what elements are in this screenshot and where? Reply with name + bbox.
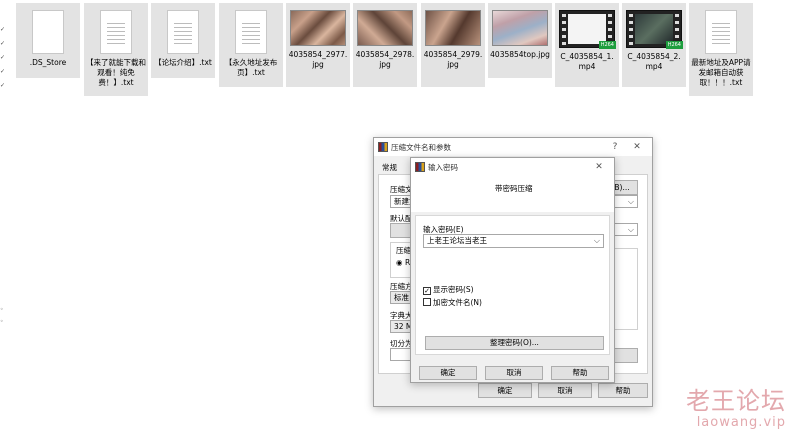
codec-badge: H264 xyxy=(665,41,683,49)
password-dialog-titlebar: 输入密码 ✕ xyxy=(411,158,614,176)
watermark: 老王论坛 laowang.vip xyxy=(686,387,786,431)
checkbox-checked-icon: ✓ xyxy=(423,287,431,295)
archive-help-button[interactable]: 帮助 xyxy=(598,383,648,398)
codec-badge: H264 xyxy=(598,41,616,49)
winrar-icon xyxy=(378,142,388,152)
file-item[interactable]: 【永久地址发布页】.txt xyxy=(219,3,283,87)
show-password-checkbox[interactable]: ✓ 显示密码(S) xyxy=(423,284,474,295)
file-item[interactable]: 4035854_2978.jpg xyxy=(353,3,417,87)
chevron-down-icon: ⌵ xyxy=(627,225,634,234)
file-item[interactable]: 【论坛介绍】.txt xyxy=(151,3,215,78)
file-name: 【论坛介绍】.txt xyxy=(154,58,212,67)
edge-mark: ✓ xyxy=(0,40,6,47)
edge-mark: ◦ xyxy=(0,318,4,325)
dialog-heading: 带密码压缩 xyxy=(495,184,533,193)
tab-general[interactable]: 常规 xyxy=(382,162,397,173)
file-name: C_4035854_1.mp4 xyxy=(560,52,614,71)
archive-ok-button[interactable]: 确定 xyxy=(478,383,532,398)
watermark-text: 老王论坛 xyxy=(686,387,786,415)
archive-dialog-title: 压缩文件名和参数 xyxy=(391,142,451,152)
file-name: 4035854top.jpg xyxy=(490,50,550,59)
file-item[interactable]: 4035854top.jpg xyxy=(488,3,552,78)
archive-dialog-titlebar: 压缩文件名和参数 ? ✕ xyxy=(374,138,652,156)
checkbox-unchecked-icon xyxy=(423,298,431,306)
password-cancel-button[interactable]: 取消 xyxy=(485,366,543,380)
close-icon[interactable]: ✕ xyxy=(588,162,610,172)
edge-mark: ✓ xyxy=(0,26,6,33)
file-item[interactable]: H264 C_4035854_2.mp4 xyxy=(622,3,686,87)
file-item[interactable]: 最新地址及APP请发邮箱自动获取！！！.txt xyxy=(689,3,753,96)
dialog-header xyxy=(411,176,614,212)
help-icon[interactable]: ? xyxy=(604,142,626,152)
file-name: 【来了就能下载和观看！纯免费！】.txt xyxy=(86,58,146,87)
password-value: 上老王论坛当老王 xyxy=(427,236,487,245)
edge-mark: ◦ xyxy=(0,306,4,313)
close-icon[interactable]: ✕ xyxy=(626,142,648,152)
edge-mark: ✓ xyxy=(0,82,6,89)
file-name: 4035854_2978.jpg xyxy=(355,50,415,69)
file-name: C_4035854_2.mp4 xyxy=(627,52,681,71)
file-item[interactable]: 4035854_2977.jpg xyxy=(286,3,350,87)
profile-select[interactable]: ⌵ xyxy=(612,223,638,236)
file-item[interactable]: H264 C_4035854_1.mp4 xyxy=(555,3,619,87)
image-thumbnail xyxy=(492,10,548,46)
text-file-icon xyxy=(705,10,737,54)
image-thumbnail xyxy=(357,10,413,46)
file-name: 4035854_2979.jpg xyxy=(423,50,483,69)
password-dialog: 输入密码 ✕ 带密码压缩 输入密码(E) 上老王论坛当老王 ⌵ ✓ 显示密码(S)… xyxy=(410,157,615,383)
update-mode-select[interactable]: ⌵ xyxy=(612,195,638,208)
archive-cancel-button[interactable]: 取消 xyxy=(538,383,592,398)
password-input[interactable]: 上老王论坛当老王 ⌵ xyxy=(423,234,604,248)
password-help-button[interactable]: 帮助 xyxy=(551,366,609,380)
show-password-label: 显示密码(S) xyxy=(433,285,474,294)
file-name: 【永久地址发布页】.txt xyxy=(224,58,278,77)
text-file-icon xyxy=(167,10,199,54)
image-thumbnail xyxy=(290,10,346,46)
file-item[interactable]: 4035854_2979.jpg xyxy=(421,3,485,87)
organize-passwords-button[interactable]: 整理密码(O)... xyxy=(425,336,604,350)
chevron-down-icon: ⌵ xyxy=(593,236,600,245)
set-password-button[interactable] xyxy=(612,348,638,363)
watermark-url: laowang.vip xyxy=(696,415,786,430)
file-item[interactable]: .DS_Store xyxy=(16,3,80,78)
file-icon xyxy=(32,10,64,54)
file-name: 最新地址及APP请发邮箱自动获取！！！.txt xyxy=(691,58,751,87)
video-thumbnail: H264 xyxy=(626,10,683,49)
image-thumbnail xyxy=(425,10,481,46)
options-group xyxy=(612,248,638,330)
text-file-icon xyxy=(235,10,267,54)
file-name: 4035854_2977.jpg xyxy=(288,50,348,69)
chevron-down-icon: ⌵ xyxy=(627,197,634,206)
password-ok-button[interactable]: 确定 xyxy=(419,366,477,380)
encrypt-names-label: 加密文件名(N) xyxy=(433,298,482,307)
file-item[interactable]: 【来了就能下载和观看！纯免费！】.txt xyxy=(84,3,148,96)
file-name: .DS_Store xyxy=(29,58,67,67)
edge-mark: ✓ xyxy=(0,68,6,75)
edge-mark: ✓ xyxy=(0,54,6,61)
video-thumbnail: H264 xyxy=(559,10,616,49)
encrypt-names-checkbox[interactable]: 加密文件名(N) xyxy=(423,297,482,308)
password-dialog-title: 输入密码 xyxy=(428,162,458,172)
text-file-icon xyxy=(100,10,132,54)
winrar-icon xyxy=(415,162,425,172)
